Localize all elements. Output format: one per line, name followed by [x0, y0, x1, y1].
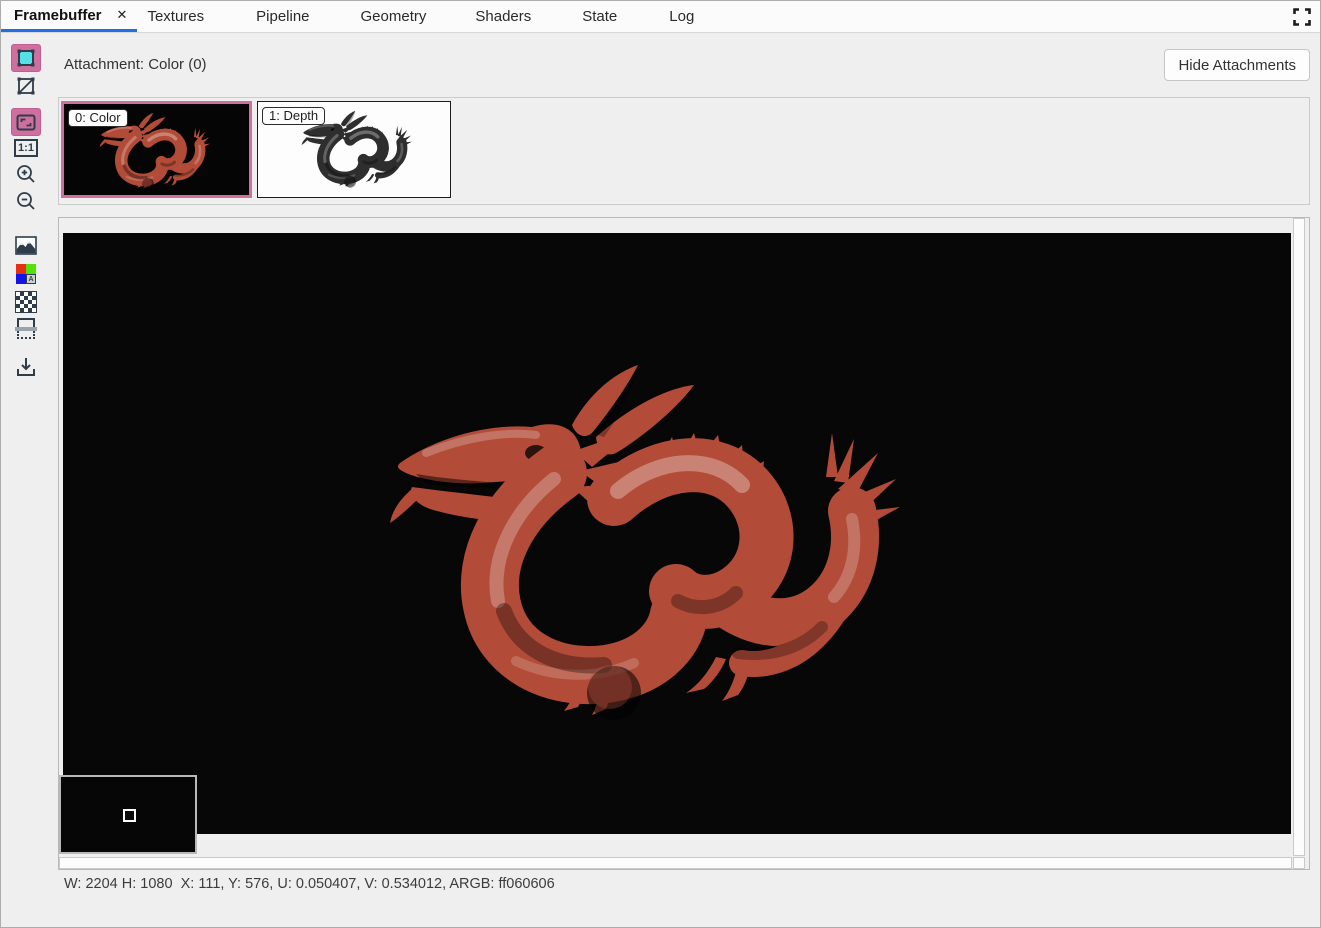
- zoom-in-button[interactable]: [11, 160, 41, 188]
- fit-to-window-button[interactable]: [11, 108, 41, 136]
- attachments-panel: 0: Color 1: Depth: [58, 97, 1310, 205]
- app-window: Framebuffer ✕ Textures Pipeline Geometry…: [0, 0, 1321, 928]
- vertical-scrollbar[interactable]: [1293, 218, 1305, 856]
- zoom-out-button[interactable]: [11, 187, 41, 215]
- tab-bar: Framebuffer ✕ Textures Pipeline Geometry…: [1, 1, 1320, 33]
- tab-log[interactable]: Log: [667, 1, 696, 32]
- zoom-in-icon: [17, 165, 35, 183]
- texture-display-button[interactable]: [11, 44, 41, 72]
- tab-state[interactable]: State: [580, 1, 619, 32]
- range-icon: [15, 317, 37, 339]
- horizontal-scrollbar[interactable]: [59, 857, 1292, 869]
- scrollbar-corner: [1293, 857, 1305, 869]
- save-image-button[interactable]: [11, 353, 41, 381]
- hide-attachments-button[interactable]: Hide Attachments: [1164, 49, 1310, 81]
- filled-square-icon: [17, 49, 35, 67]
- image-background-button[interactable]: [11, 232, 41, 260]
- wireframe-square-icon: [17, 77, 35, 95]
- save-icon: [17, 358, 35, 376]
- render-viewport[interactable]: [63, 233, 1291, 834]
- tab-geometry[interactable]: Geometry: [359, 1, 429, 32]
- attachment-badge: 1: Depth: [262, 107, 326, 125]
- rgba-swatch-icon: A: [16, 264, 36, 284]
- attachment-label: Attachment: Color (0): [64, 56, 207, 73]
- attachment-thumbnail-color[interactable]: 0: Color: [61, 101, 252, 198]
- tab-framebuffer-label: Framebuffer: [14, 6, 102, 24]
- picked-pixel-marker: [123, 809, 136, 822]
- range-adapt-button[interactable]: [11, 314, 41, 342]
- fullscreen-button[interactable]: [1291, 6, 1313, 28]
- image-icon: [15, 236, 37, 255]
- one-to-one-icon: 1:1: [14, 139, 38, 157]
- fit-corners-icon: [16, 114, 36, 130]
- tab-pipeline[interactable]: Pipeline: [254, 1, 311, 32]
- tab-framebuffer[interactable]: Framebuffer ✕: [1, 1, 138, 32]
- checkerboard-background-button[interactable]: [11, 288, 41, 316]
- zoom-one-to-one-button[interactable]: 1:1: [11, 134, 41, 162]
- fullscreen-corners-icon: [1293, 8, 1311, 26]
- wireframe-button[interactable]: [11, 72, 41, 100]
- zoom-out-icon: [17, 192, 35, 210]
- tab-shaders[interactable]: Shaders: [473, 1, 533, 32]
- texture-viewport-panel: [58, 217, 1310, 870]
- pixel-context-preview: [59, 775, 197, 854]
- checkerboard-icon: [15, 291, 37, 313]
- attachment-badge: 0: Color: [68, 109, 128, 127]
- tab-textures[interactable]: Textures: [145, 1, 206, 32]
- close-icon[interactable]: ✕: [117, 7, 128, 23]
- framebuffer-image: [386, 361, 906, 731]
- attachment-thumbnail-depth[interactable]: 1: Depth: [257, 101, 451, 198]
- pixel-status-text: W: 2204 H: 1080 X: 111, Y: 576, U: 0.050…: [64, 876, 555, 892]
- rgba-channels-button[interactable]: A: [11, 260, 41, 288]
